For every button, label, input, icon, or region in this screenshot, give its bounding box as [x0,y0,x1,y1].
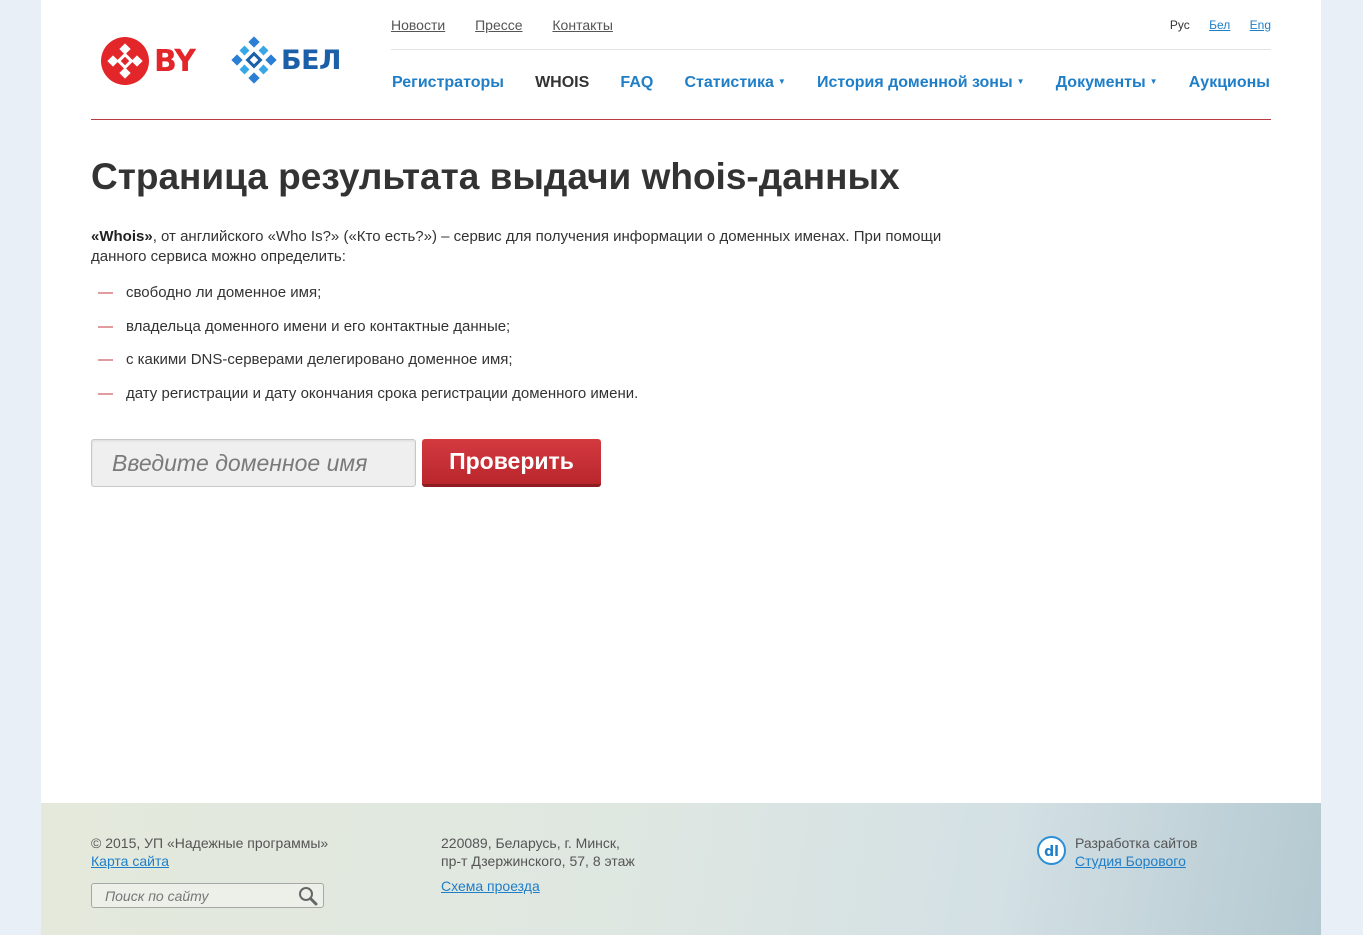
footer: © 2015, УП «Надежные программы» Карта са… [41,803,1321,935]
top-nav: Новости Прессе Контакты [391,17,639,33]
page: BY БЕЛ Новости Прессе Контакты Рус Бел E… [41,0,1321,935]
logo-bel-text: БЕЛ [281,44,341,76]
caret-down-icon: ▼ [1149,77,1158,86]
footer-copyright-block: © 2015, УП «Надежные программы» Карта са… [91,834,328,870]
footer-search [91,883,324,908]
nav-documents[interactable]: Документы ▼ [1056,74,1158,92]
nav-documents-label: Документы [1055,74,1146,91]
topnav-news-link[interactable]: Новости [391,17,445,33]
studio-logo-icon[interactable]: dl [1037,836,1066,865]
address-line-1: 220089, Беларусь, г. Минск, [441,835,620,851]
svg-text:dl: dl [1044,844,1059,860]
list-item-text: с какими DNS-серверами делегировано доме… [126,351,513,368]
list-item: — дату регистрации и дату окончания срока… [91,384,961,404]
map-link[interactable]: Схема проезда [441,877,635,895]
topnav-contacts-link[interactable]: Контакты [552,17,612,33]
nav-history-label: История доменной зоны [816,74,1013,91]
list-dash: — [98,351,113,368]
nav-whois[interactable]: WHOIS [535,74,589,92]
list-item-text: свободно ли доменное имя; [126,284,322,301]
domain-input[interactable] [91,439,416,487]
nav-statistics[interactable]: Статистика ▼ [684,74,785,92]
list-dash: — [98,284,113,301]
caret-down-icon: ▼ [1016,77,1025,86]
footer-developer: dl Разработка сайтов Студия Борового [1037,834,1198,870]
footer-copyright: © 2015, УП «Надежные программы» [91,835,329,851]
language-switcher: Рус Бел Eng [1154,18,1271,32]
intro-text: «Whois», от английского «Who Is?» («Кто … [91,227,961,267]
address-line-2: пр-т Дзержинского, 57, 8 этаж [441,853,635,869]
nav-statistics-label: Статистика [684,74,774,91]
developer-text: Разработка сайтов Студия Борового [1075,834,1198,870]
list-item: — свободно ли доменное имя; [91,283,961,303]
sitemap-link[interactable]: Карта сайта [91,853,169,869]
nav-whois-label: WHOIS [535,74,590,91]
nav-history[interactable]: История доменной зоны ▼ [817,74,1025,92]
whois-form: Проверить [91,439,601,487]
list-item-text: дату регистрации и дату окончания срока … [126,384,639,402]
site-search-input[interactable] [92,886,297,905]
by-logo-icon [101,37,149,85]
logo-bel[interactable]: БЕЛ [231,36,341,84]
developer-label: Разработка сайтов [1075,835,1198,851]
nav-faq-label: FAQ [620,74,654,91]
bel-logo-icon [231,36,277,84]
list-item: — владельца доменного имени и его контакт… [91,317,961,337]
logo-by-text: BY [154,43,196,79]
search-icon[interactable] [297,885,319,907]
list-dash: — [98,384,113,402]
lang-bel-link[interactable]: Бел [1209,18,1230,32]
nav-auctions[interactable]: Аукционы [1189,74,1270,92]
list-item-text: владельца доменного имени и его контактн… [126,317,511,335]
main-nav: Регистраторы WHOIS FAQ Статистика ▼ Истор… [392,74,1270,92]
page-title: Страница результата выдачи whois-данных [91,156,900,197]
intro-body: , от английского «Who Is?» («Кто есть?»)… [91,228,942,265]
nav-registrars-label: Регистраторы [392,74,504,91]
footer-address: 220089, Беларусь, г. Минск, пр-т Дзержин… [441,834,635,895]
developer-link[interactable]: Студия Борового [1075,853,1186,869]
lang-rus-current: Рус [1169,18,1190,32]
check-button[interactable]: Проверить [422,439,601,487]
nav-auctions-label: Аукционы [1188,74,1270,91]
nav-registrars[interactable]: Регистраторы [392,74,504,92]
nav-divider [391,49,1271,50]
intro-term: «Whois» [91,228,153,245]
nav-faq[interactable]: FAQ [620,74,653,92]
feature-list: — свободно ли доменное имя; — владельца до… [91,283,961,417]
caret-down-icon: ▼ [777,77,786,86]
list-item: — с какими DNS-серверами делегировано дом… [91,350,961,370]
lang-eng-link[interactable]: Eng [1250,18,1271,32]
list-dash: — [98,317,113,335]
logo-by[interactable]: BY [100,36,196,86]
topnav-press-link[interactable]: Прессе [475,17,522,33]
header-divider [91,119,1271,120]
